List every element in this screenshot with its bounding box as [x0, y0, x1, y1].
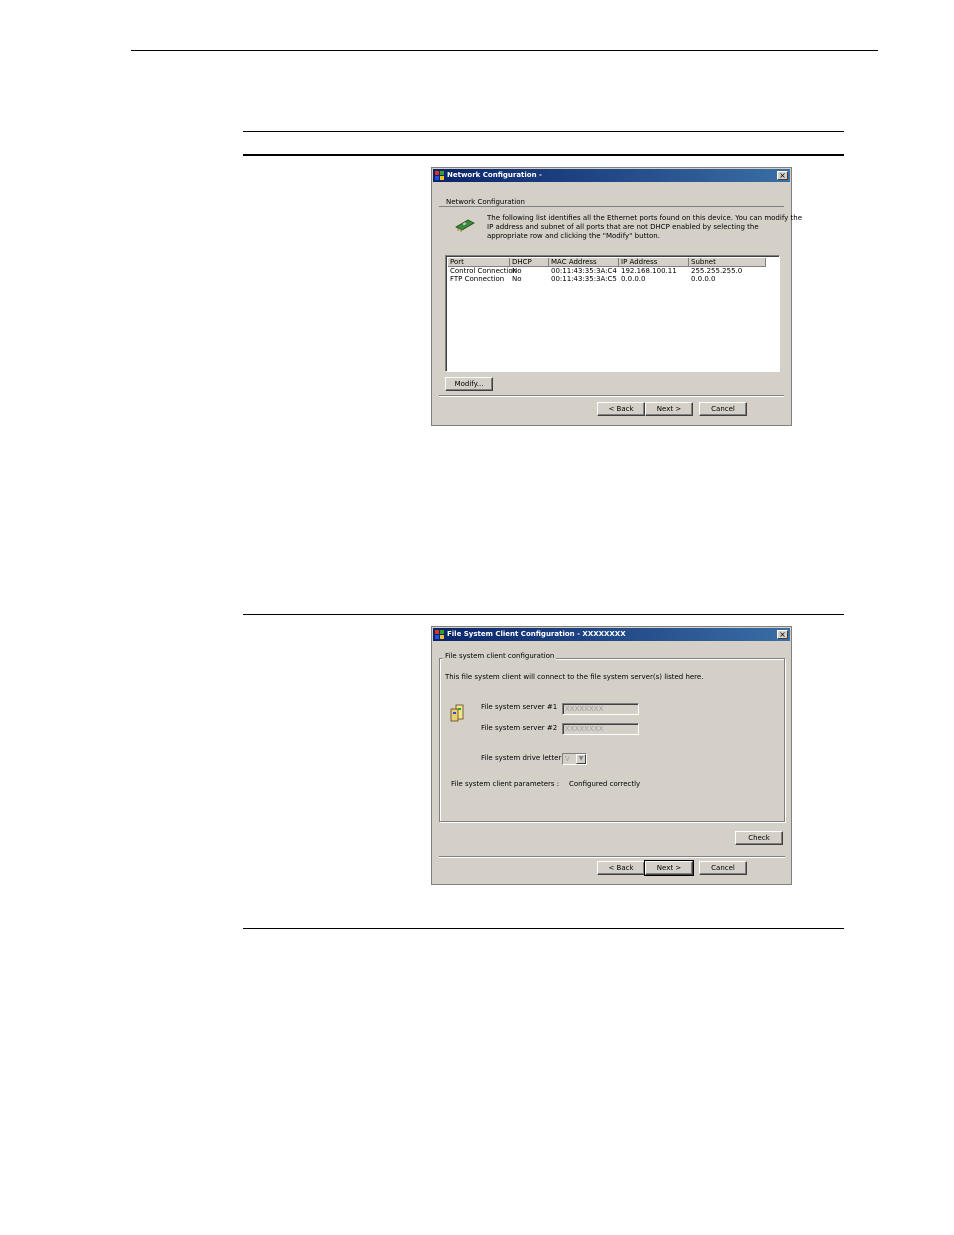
fs-dialog-titlebar[interactable]: File System Client Configuration - XXXXX…: [433, 628, 790, 641]
close-icon[interactable]: ×: [777, 171, 788, 180]
fs-dialog-title: File System Client Configuration - XXXXX…: [447, 630, 626, 638]
network-description-line-3: appropriate row and clicking the "Modify…: [487, 232, 660, 240]
network-description-line-1: The following list identifies all the Et…: [487, 214, 803, 222]
app-icon: [435, 630, 444, 639]
column-header-port[interactable]: Port: [448, 258, 510, 267]
cancel-button[interactable]: Cancel: [699, 861, 747, 875]
table-row[interactable]: FTP Connection No 00:11:43:35:3A:C5 0.0.…: [448, 275, 778, 284]
column-header-dhcp[interactable]: DHCP: [510, 258, 549, 267]
params-label: File system client parameters :: [451, 780, 560, 788]
drive-letter-value: V: [565, 755, 570, 763]
row-2-subnet: 0.0.0.0: [691, 275, 716, 283]
table-row-rule: [243, 614, 844, 615]
cancel-button[interactable]: Cancel: [699, 402, 747, 416]
row-2-ip: 0.0.0.0: [621, 275, 646, 283]
header-rule: [131, 50, 878, 51]
table-top-rule: [243, 131, 844, 132]
close-icon[interactable]: ×: [777, 630, 788, 639]
network-card-icon: [455, 219, 475, 232]
modify-button[interactable]: Modify...: [445, 377, 493, 391]
back-button[interactable]: < Back: [597, 402, 645, 416]
column-header-subnet[interactable]: Subnet: [689, 258, 766, 267]
app-icon: [435, 171, 444, 180]
drive-letter-select[interactable]: V ▼: [562, 753, 587, 765]
file-system-client-dialog: File System Client Configuration - XXXXX…: [431, 626, 792, 885]
back-button[interactable]: < Back: [597, 861, 645, 875]
server1-label: File system server #1: [481, 703, 558, 711]
network-dialog-titlebar[interactable]: Network Configuration - ×: [433, 169, 790, 182]
column-header-ip-address[interactable]: IP Address: [619, 258, 689, 267]
fs-description: This file system client will connect to …: [445, 673, 704, 681]
column-header-mac-address[interactable]: MAC Address: [549, 258, 619, 267]
fs-button-separator: [439, 856, 785, 858]
fs-groupbox: [439, 658, 785, 822]
server2-label: File system server #2: [481, 724, 558, 732]
network-button-separator: [439, 395, 784, 397]
server2-field[interactable]: XXXXXXXX: [562, 723, 639, 735]
params-status: Configured correctly: [569, 780, 641, 788]
network-configuration-dialog: Network Configuration - × Network Config…: [431, 167, 802, 426]
row-2-dhcp: No: [512, 275, 522, 283]
file-server-icon: [450, 704, 464, 722]
row-2-mac: 00:11:43:35:3A:C5: [551, 275, 617, 283]
next-button[interactable]: Next >: [645, 402, 693, 416]
network-group-label: Network Configuration: [444, 198, 527, 206]
ethernet-ports-list[interactable]: Port DHCP MAC Address IP Address Subnet …: [445, 255, 780, 372]
next-button[interactable]: Next >: [644, 860, 694, 876]
server1-field[interactable]: XXXXXXXX: [562, 703, 639, 715]
fs-group-label: File system client configuration: [443, 652, 557, 660]
row-2-port: FTP Connection: [450, 275, 505, 283]
chevron-down-icon[interactable]: ▼: [576, 754, 586, 764]
table-bottom-rule: [243, 928, 844, 929]
drive-letter-label: File system drive letter: [481, 754, 562, 762]
check-button[interactable]: Check: [735, 831, 783, 845]
table-header-rule: [243, 154, 844, 156]
network-description-line-2: IP address and subnet of all ports that …: [487, 223, 759, 231]
network-dialog-title: Network Configuration -: [447, 171, 542, 179]
